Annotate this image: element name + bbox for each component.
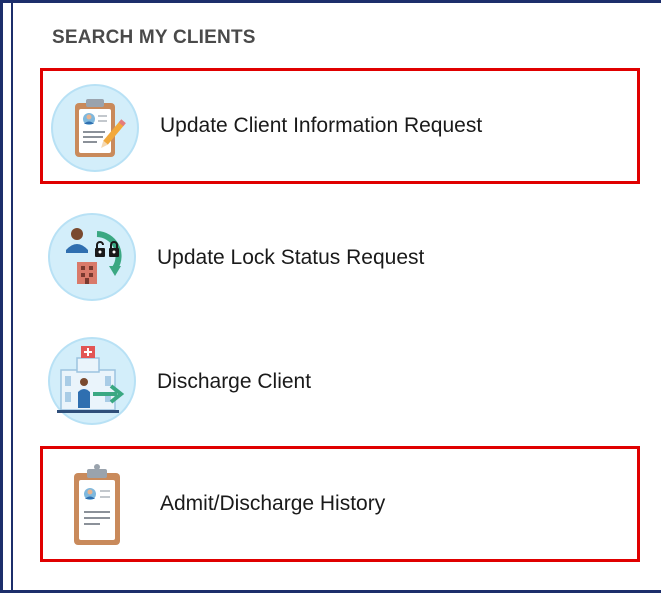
hospital-exit-icon bbox=[47, 336, 137, 426]
clipboard-history-icon bbox=[50, 461, 140, 551]
clipboard-edit-icon bbox=[50, 83, 140, 173]
menu-item-label: Update Client Information Request bbox=[160, 114, 483, 137]
section-title: SEARCH MY CLIENTS bbox=[52, 27, 256, 48]
menu-item-label: Update Lock Status Request bbox=[157, 246, 425, 269]
lock-status-icon bbox=[47, 212, 137, 302]
menu-item-admit-discharge-history[interactable]: Admit/Discharge History bbox=[40, 446, 640, 562]
panel-left-edge bbox=[11, 0, 13, 593]
menu-item-update-client-information[interactable]: Update Client Information Request bbox=[40, 68, 640, 184]
menu-item-discharge-client[interactable]: Discharge Client bbox=[40, 324, 640, 440]
menu-item-label: Admit/Discharge History bbox=[160, 492, 386, 515]
menu-item-label: Discharge Client bbox=[157, 370, 312, 393]
menu-item-update-lock-status[interactable]: Update Lock Status Request bbox=[40, 200, 640, 316]
